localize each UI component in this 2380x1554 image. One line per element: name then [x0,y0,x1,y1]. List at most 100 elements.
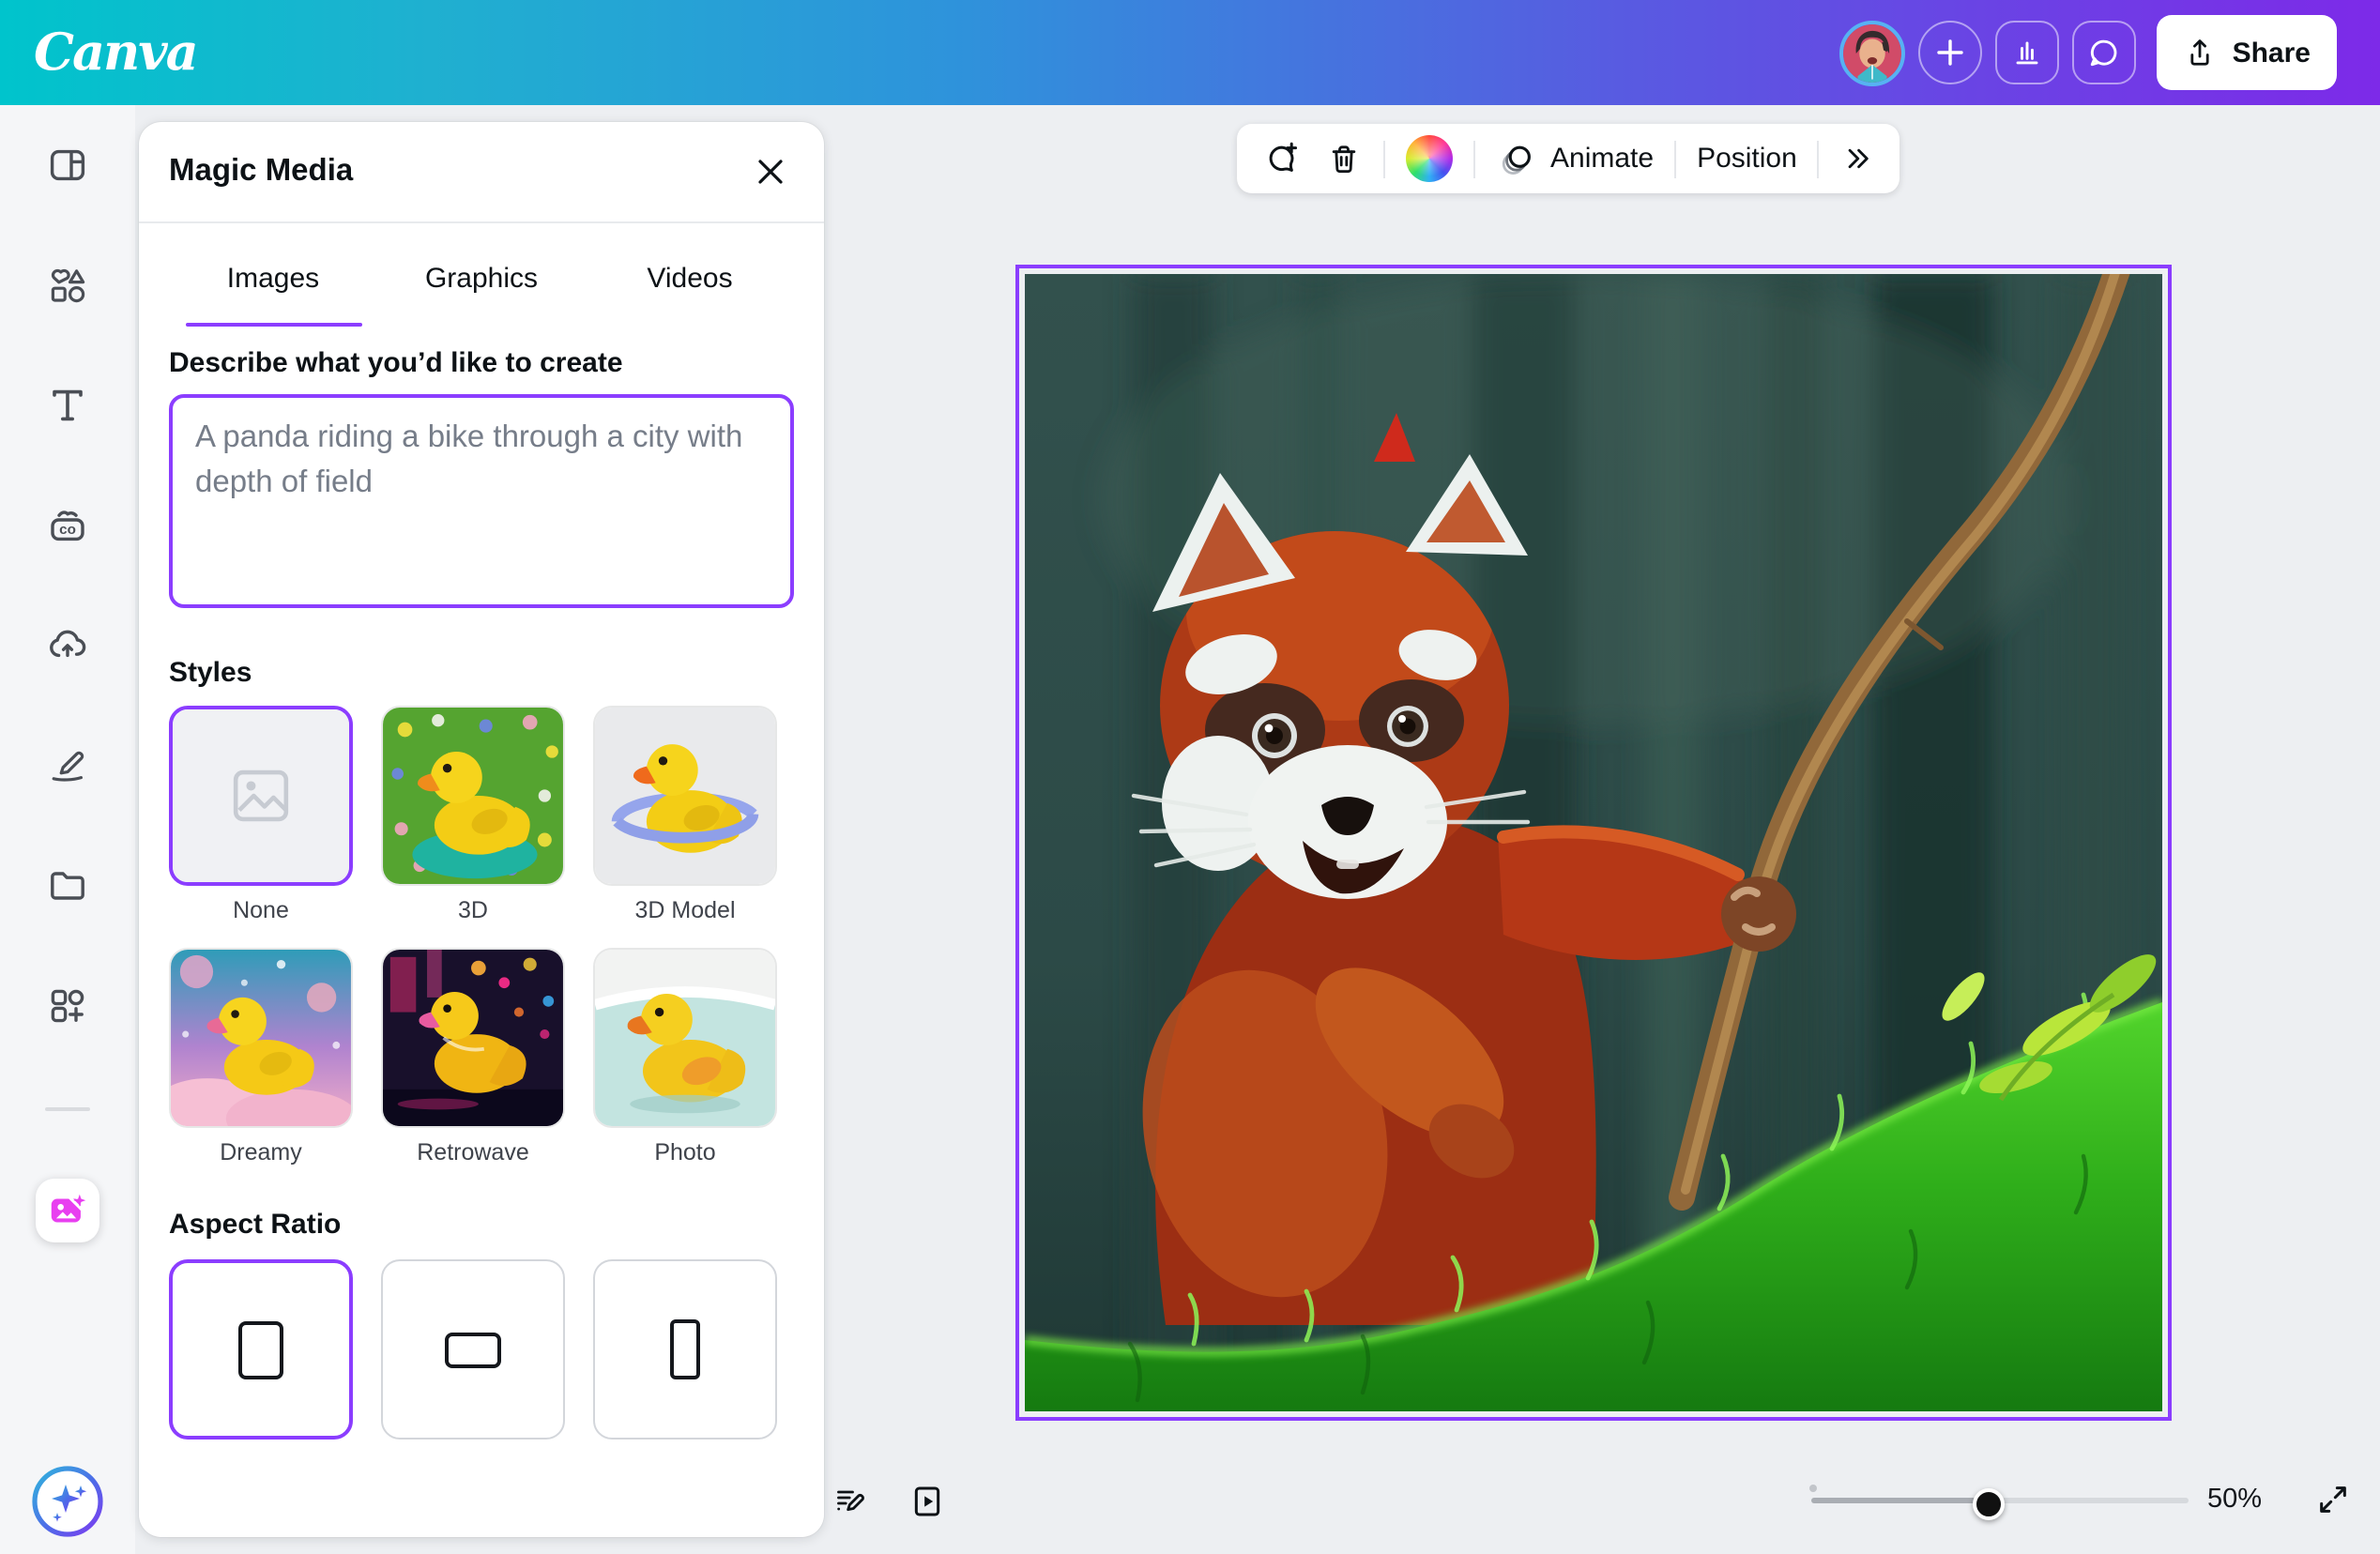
sidebar-item-brand[interactable]: co [30,488,105,563]
red-panda-image [1025,274,2162,1411]
style-option-photo[interactable]: Photo [593,948,777,1167]
landscape-ratio-icon [445,1332,501,1367]
delete-icon [1325,140,1363,177]
magic-media-icon [47,1190,88,1231]
aspect-option-square[interactable] [169,1259,353,1440]
comments-icon [2086,32,2124,73]
canvas-toolbar: Animate Position [1237,124,1900,193]
panel-title: Magic Media [169,154,353,190]
more-tools-button[interactable] [1837,137,1880,180]
aspect-options [169,1259,794,1440]
side-rail: co [0,105,135,1554]
fullscreen-button[interactable] [2314,1481,2352,1518]
style-caption: Photo [593,1139,777,1167]
aspect-ratio-label: Aspect Ratio [169,1209,794,1241]
bottom-left-controls [831,1483,946,1520]
position-button[interactable]: Position [1693,139,1801,178]
insights-button[interactable] [1996,21,2060,84]
elements-icon [45,263,90,308]
draw-icon [45,743,90,788]
svg-text:co: co [59,522,76,538]
square-ratio-icon [238,1320,283,1379]
add-comment-button[interactable] [1258,135,1304,182]
animate-icon [1496,138,1537,179]
main-area: co [0,105,2380,1554]
comments-button[interactable] [2073,21,2137,84]
sidebar-item-design[interactable] [30,128,105,203]
close-panel-button[interactable] [745,147,794,196]
position-label: Position [1697,143,1797,175]
share-label: Share [2233,37,2311,69]
tab-images[interactable]: Images [169,223,377,332]
brand-icon: co [45,503,90,548]
canva-logo[interactable]: Canva [34,27,197,78]
prompt-textarea[interactable] [169,394,794,608]
zoom-slider-knob[interactable] [1973,1488,2005,1520]
notes-icon [831,1483,869,1520]
sidebar-item-text[interactable] [30,368,105,443]
close-icon [754,156,786,188]
style-thumb-retrowave [381,948,565,1128]
sidebar-item-draw[interactable] [30,728,105,803]
style-option-dreamy[interactable]: Dreamy [169,948,353,1167]
canvas-selected-image[interactable] [1015,265,2172,1421]
prompt-label: Describe what you’d like to create [169,347,794,379]
text-icon [45,383,90,428]
styles-row-2: Dreamy [169,948,794,1167]
style-caption: Dreamy [169,1139,353,1167]
style-thumb-photo [593,948,777,1128]
canva-app: Canva [0,0,2380,1554]
share-icon [2184,36,2218,69]
color-button[interactable] [1402,131,1457,186]
sidebar-item-magic-media[interactable] [36,1179,99,1242]
style-caption: 3D Model [593,897,777,925]
toolbar-divider [1674,140,1676,177]
magic-media-panel: Magic Media Images Graphics Videos Descr… [139,122,824,1537]
styles-label: Styles [169,657,794,689]
portrait-ratio-icon [670,1319,700,1379]
style-thumb-3d [381,706,565,886]
topbar-actions: Share [1840,15,2337,90]
share-button[interactable]: Share [2158,15,2337,90]
styles-row-1: None [169,706,794,925]
uploads-icon [45,623,90,668]
style-thumb-3d-model [593,706,777,886]
projects-icon [45,863,90,908]
panel-tabs: Images Graphics Videos [139,223,824,332]
style-option-retrowave[interactable]: Retrowave [381,948,565,1167]
style-thumb-dreamy [169,948,353,1128]
user-avatar[interactable] [1840,20,1906,85]
zoom-level: 50% [2207,1485,2282,1515]
notes-button[interactable] [831,1483,869,1520]
insights-icon [2009,32,2047,73]
sidebar-item-assistant[interactable] [30,1464,105,1539]
style-caption: Retrowave [381,1139,565,1167]
aspect-option-portrait[interactable] [593,1259,777,1440]
delete-button[interactable] [1321,136,1366,181]
present-icon [908,1483,946,1520]
sidebar-item-apps[interactable] [30,968,105,1044]
style-option-none[interactable]: None [169,706,353,925]
assistant-icon [30,1464,105,1539]
toolbar-divider [1818,140,1820,177]
style-option-3d[interactable]: 3D [381,706,565,925]
chevrons-right-icon [1840,141,1876,176]
style-caption: 3D [381,897,565,925]
animate-button[interactable]: Animate [1492,134,1657,183]
style-thumb-none [169,706,353,886]
sidebar-item-elements[interactable] [30,248,105,323]
aspect-option-landscape[interactable] [381,1259,565,1440]
present-button[interactable] [908,1483,946,1520]
tab-videos[interactable]: Videos [586,223,794,332]
panel-body: Describe what you’d like to create Style… [139,347,824,1440]
top-bar: Canva [0,0,2380,105]
tab-graphics[interactable]: Graphics [377,223,586,332]
add-member-button[interactable] [1919,21,1983,84]
zoom-slider-origin-dot [1809,1485,1817,1492]
comment-add-icon [1261,139,1301,178]
style-option-3d-model[interactable]: 3D Model [593,706,777,925]
apps-icon [45,983,90,1028]
sidebar-item-projects[interactable] [30,848,105,923]
sidebar-item-uploads[interactable] [30,608,105,683]
avatar-illustration [1844,23,1902,82]
